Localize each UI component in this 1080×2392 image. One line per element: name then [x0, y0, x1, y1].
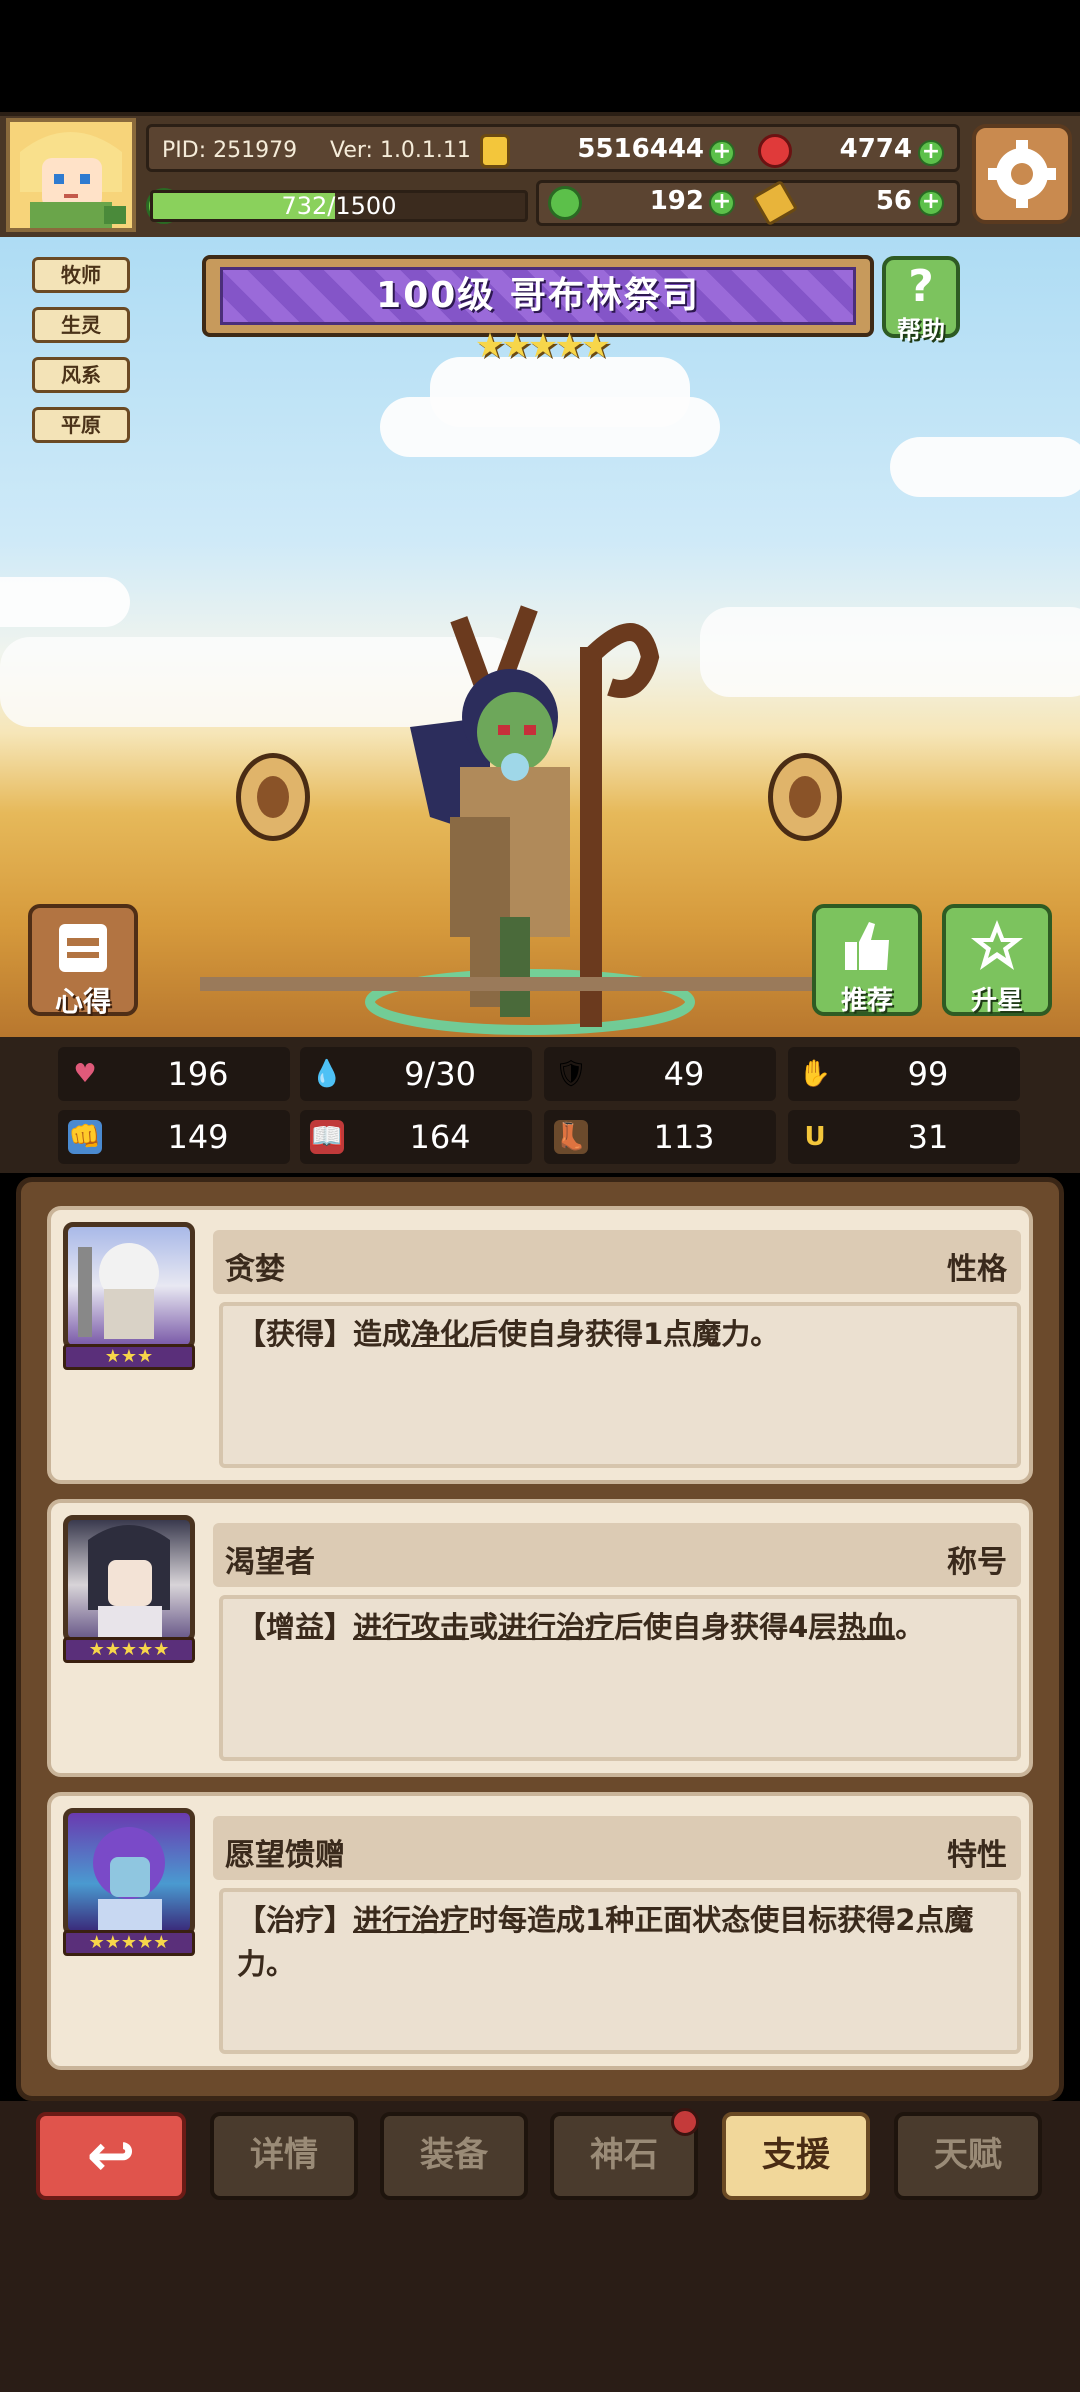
hero-star-rating: ★★★★★	[474, 326, 611, 366]
stat-mana: 💧 9/30	[300, 1047, 532, 1101]
card-name: 愿望馈赠	[225, 1838, 345, 1873]
fist-icon: 👊	[68, 1120, 102, 1154]
stat-luck-value: 31	[907, 1118, 949, 1156]
tag-terrain[interactable]: 平原	[32, 407, 130, 443]
stats-panel: ♥ 196 💧 9/30 🛡 49 ✋ 99 👊 149 📖 164 👢 113…	[0, 1037, 1080, 1173]
stamina-progress-text: 732/1500	[281, 192, 397, 220]
support-card[interactable]: ★★★★★ 愿望馈赠 特性 【治疗】进行治疗时每造成1种正面状态使目标获得2点魔…	[47, 1792, 1033, 2070]
card-stars: ★★★★★	[63, 1637, 195, 1663]
stat-hp-value: 196	[167, 1055, 229, 1093]
card-description: 【增益】进行攻击或进行治疗后使自身获得4层热血。	[219, 1595, 1021, 1761]
hero-level-name: 100级 哥布林祭司	[220, 267, 856, 325]
book-icon: 📖	[310, 1120, 344, 1154]
heart-icon: ♥	[73, 1059, 97, 1089]
tab-details[interactable]: 详情	[210, 2112, 358, 2200]
left-shield-emblem	[236, 753, 310, 841]
tab-equipment[interactable]: 装备	[380, 2112, 528, 2200]
horseshoe-icon: U	[804, 1122, 826, 1152]
card-name: 贪婪	[225, 1252, 285, 1287]
tag-element[interactable]: 风系	[32, 357, 130, 393]
book-icon	[59, 924, 107, 972]
support-card[interactable]: ★★★ 贪婪 性格 【获得】造成净化后使自身获得1点魔力。	[47, 1206, 1033, 1484]
add-clover-button[interactable]: +	[709, 190, 735, 216]
stat-attack-value: 149	[167, 1118, 229, 1156]
help-label: 帮助	[897, 316, 945, 344]
stat-block-value: 99	[907, 1055, 949, 1093]
clover-icon	[548, 186, 582, 220]
stat-mana-value: 9/30	[404, 1055, 476, 1093]
ruby-gem-icon	[758, 134, 792, 168]
key-amount: 56	[875, 186, 912, 216]
card-stars: ★★★	[63, 1344, 195, 1370]
clover-amount: 192	[649, 186, 704, 216]
settings-button[interactable]	[972, 124, 1072, 224]
hero-title-banner: 100级 哥布林祭司	[202, 255, 874, 337]
hand-icon: ✋	[798, 1059, 832, 1089]
goblin-priest-sprite[interactable]	[340, 587, 700, 1037]
gem-amount: 4774	[839, 134, 912, 164]
stat-defense-value: 49	[663, 1055, 705, 1093]
cloud	[380, 397, 720, 457]
card-portrait	[63, 1222, 195, 1350]
tag-class[interactable]: 牧师	[32, 257, 130, 293]
card-type: 性格	[947, 1252, 1007, 1287]
card-description: 【获得】造成净化后使自身获得1点魔力。	[219, 1302, 1021, 1468]
card-portrait	[63, 1808, 195, 1936]
gold-coin-icon	[480, 134, 510, 168]
gold-amount: 5516444	[577, 134, 704, 164]
boot-icon: 👢	[554, 1120, 588, 1154]
star-up-button[interactable]: 升星	[942, 904, 1052, 1016]
star-up-label: 升星	[970, 986, 1023, 1016]
card-header: 愿望馈赠 特性	[213, 1816, 1021, 1880]
card-description: 【治疗】进行治疗时每造成1种正面状态使目标获得2点魔力。	[219, 1888, 1021, 2054]
right-shield-emblem	[768, 753, 842, 841]
add-key-button[interactable]: +	[918, 190, 944, 216]
stat-attack: 👊 149	[58, 1110, 290, 1164]
thumbs-up-icon	[845, 922, 889, 970]
stamina-progress-bar: 732/1500	[150, 190, 528, 222]
notes-button[interactable]: 心得	[28, 904, 138, 1018]
notes-label: 心得	[54, 985, 111, 1018]
card-header: 渴望者 称号	[213, 1523, 1021, 1587]
stat-defense: 🛡 49	[544, 1047, 776, 1101]
question-icon: ?	[908, 261, 934, 312]
tag-race[interactable]: 生灵	[32, 307, 130, 343]
fence	[200, 977, 900, 991]
add-gem-button[interactable]: +	[918, 140, 944, 166]
support-card[interactable]: ★★★★★ 渴望者 称号 【增益】进行攻击或进行治疗后使自身获得4层热血。	[47, 1499, 1033, 1777]
stat-hp: ♥ 196	[58, 1047, 290, 1101]
stat-speed: 👢 113	[544, 1110, 776, 1164]
game-version: Ver: 1.0.1.11	[330, 138, 471, 163]
stat-magic-value: 164	[409, 1118, 471, 1156]
cloud	[890, 437, 1080, 497]
cloud	[0, 577, 130, 627]
card-stars: ★★★★★	[63, 1930, 195, 1956]
card-name: 渴望者	[225, 1545, 315, 1580]
tab-support[interactable]: 支援	[722, 2112, 870, 2200]
card-portrait	[63, 1515, 195, 1643]
card-type: 称号	[947, 1545, 1007, 1580]
help-button[interactable]: ? 帮助	[882, 256, 960, 344]
cloud	[700, 607, 1080, 697]
shield-icon: 🛡	[554, 1059, 588, 1089]
stat-block: ✋ 99	[788, 1047, 1020, 1101]
player-id: PID: 251979	[162, 138, 298, 163]
add-gold-button[interactable]: +	[709, 140, 735, 166]
recommend-label: 推荐	[840, 986, 893, 1016]
recommend-button[interactable]: 推荐	[812, 904, 922, 1016]
player-avatar[interactable]	[6, 118, 136, 232]
card-header: 贪婪 性格	[213, 1230, 1021, 1294]
star-icon	[971, 920, 1023, 970]
card-type: 特性	[947, 1838, 1007, 1873]
tab-talent[interactable]: 天赋	[894, 2112, 1042, 2200]
water-drop-icon: 💧	[310, 1059, 344, 1089]
back-button[interactable]: ↩	[36, 2112, 186, 2200]
notification-dot	[671, 2108, 699, 2136]
stat-luck: U 31	[788, 1110, 1020, 1164]
stat-speed-value: 113	[653, 1118, 715, 1156]
support-cards-panel: ★★★ 贪婪 性格 【获得】造成净化后使自身获得1点魔力。 ★★★★★ 渴望者 …	[16, 1177, 1064, 2101]
gear-icon	[988, 140, 1056, 208]
stat-magic: 📖 164	[300, 1110, 532, 1164]
back-arrow-icon: ↩	[86, 2121, 136, 2189]
